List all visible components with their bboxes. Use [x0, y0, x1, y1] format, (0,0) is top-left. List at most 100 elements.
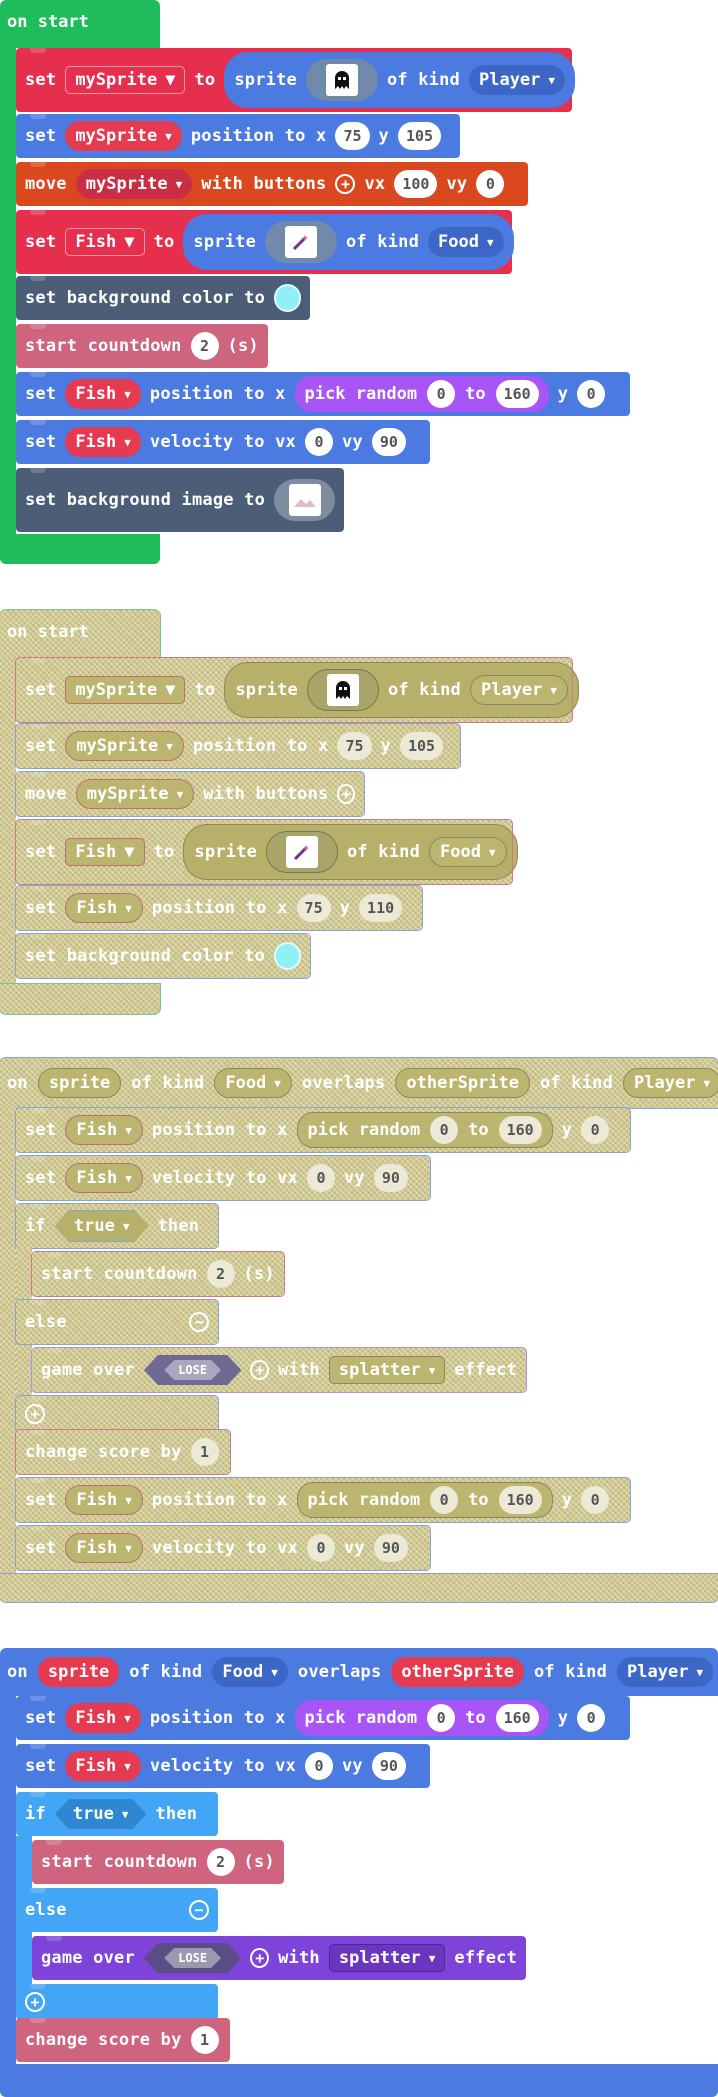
create-sprite-reporter[interactable]: sprite of kind Player ▼: [224, 52, 576, 108]
minus-icon[interactable]: −: [189, 1900, 209, 1920]
game-over-block[interactable]: game over LOSE + with splatter ▼ effect: [31, 1347, 527, 1393]
y-input[interactable]: 105: [397, 122, 442, 150]
start-countdown-block[interactable]: start countdown 2 (s): [31, 1251, 285, 1297]
effect-dropdown[interactable]: splatter ▼: [328, 1944, 446, 1972]
y-input[interactable]: 0: [577, 380, 606, 408]
set-background-color-block[interactable]: set background color to: [16, 276, 310, 320]
background-image-slot[interactable]: [274, 479, 335, 521]
pick-random-reporter[interactable]: pick random 0 to 160: [296, 1482, 553, 1518]
sprite-variable[interactable]: sprite: [37, 1068, 122, 1098]
variable-dropdown[interactable]: mySprite ▼: [75, 169, 193, 199]
variable-dropdown[interactable]: mySprite ▼: [75, 779, 195, 809]
variable-dropdown[interactable]: Fish ▼: [65, 1751, 141, 1781]
other-sprite-variable[interactable]: otherSprite: [391, 1657, 524, 1687]
y-input[interactable]: 0: [577, 1704, 606, 1732]
vx-input[interactable]: 0: [304, 428, 333, 456]
set-mysprite-to-sprite-block[interactable]: set mySprite ▼ to sprite of kind Player ▼: [15, 657, 580, 723]
sprite-image-slot[interactable]: [305, 59, 378, 101]
variable-dropdown[interactable]: Fish ▼: [65, 1703, 141, 1733]
blocks-workspace[interactable]: on start set mySprite ▼ to sprite of kin…: [0, 0, 718, 2097]
vy-input[interactable]: 90: [371, 1752, 406, 1780]
random-min-input[interactable]: 0: [430, 1486, 459, 1514]
create-sprite-reporter[interactable]: sprite of kind Player ▼: [224, 662, 580, 718]
vy-input[interactable]: 90: [371, 428, 406, 456]
color-swatch[interactable]: [274, 284, 301, 312]
on-start-hat[interactable]: on start: [0, 0, 160, 48]
variable-dropdown[interactable]: Fish ▼: [65, 1533, 143, 1563]
countdown-input[interactable]: 2: [206, 1848, 235, 1876]
if-header[interactable]: if true ▼ then: [15, 1203, 219, 1249]
countdown-input[interactable]: 2: [190, 332, 219, 360]
vy-input[interactable]: 90: [373, 1534, 408, 1562]
x-input[interactable]: 75: [337, 732, 372, 760]
set-velocity-block[interactable]: set Fish ▼ velocity to vx 0 vy 90: [16, 1744, 430, 1788]
kind-dropdown[interactable]: Player ▼: [623, 1068, 718, 1098]
start-countdown-block[interactable]: start countdown 2 (s): [16, 324, 268, 368]
on-overlap-hat[interactable]: on sprite of kind Food ▼ overlaps otherSp…: [0, 1648, 718, 1696]
kind-dropdown[interactable]: Player ▼: [617, 1657, 714, 1687]
kind-dropdown[interactable]: Food ▼: [214, 1068, 292, 1098]
create-sprite-reporter[interactable]: sprite of kind Food ▼: [183, 214, 514, 270]
kind-dropdown[interactable]: Player ▼: [469, 675, 569, 705]
on-start-hat[interactable]: on start: [0, 609, 161, 659]
set-position-block[interactable]: set Fish ▼ position to x 75 y 110: [15, 885, 423, 931]
set-fish-to-sprite-block[interactable]: set Fish ▼ to sprite of kind Food ▼: [16, 210, 514, 274]
if-header[interactable]: if true ▼ then: [16, 1792, 218, 1836]
game-over-block[interactable]: game over LOSE + with splatter ▼ effect: [32, 1936, 526, 1980]
if-footer[interactable]: +: [16, 1984, 218, 2020]
variable-dropdown[interactable]: Fish ▼: [65, 228, 145, 256]
random-min-input[interactable]: 0: [430, 1116, 459, 1144]
change-score-block[interactable]: change score by 1: [15, 1429, 231, 1475]
score-input[interactable]: 1: [190, 1438, 219, 1466]
sprite-image-slot[interactable]: [266, 831, 338, 873]
set-background-color-block[interactable]: set background color to: [15, 933, 311, 979]
variable-dropdown[interactable]: mySprite ▼: [65, 731, 184, 761]
x-input[interactable]: 75: [335, 122, 370, 150]
plus-icon[interactable]: +: [25, 1992, 45, 2012]
set-position-random-block[interactable]: set Fish ▼ position to x pick random 0 to…: [15, 1107, 631, 1153]
vx-input[interactable]: 0: [306, 1164, 335, 1192]
lose-boolean[interactable]: LOSE: [144, 1943, 241, 1973]
else-header[interactable]: else −: [15, 1299, 219, 1345]
x-input[interactable]: 75: [296, 894, 331, 922]
if-footer[interactable]: +: [15, 1395, 219, 1433]
else-header[interactable]: else −: [16, 1888, 218, 1932]
y-input[interactable]: 0: [581, 1486, 610, 1514]
random-max-input[interactable]: 160: [495, 1704, 539, 1732]
set-fish-to-sprite-block[interactable]: set Fish ▼ to sprite of kind Food ▼: [15, 819, 518, 885]
set-position-random-block[interactable]: set Fish ▼ position to x pick random 0 to…: [15, 1477, 631, 1523]
variable-dropdown[interactable]: Fish ▼: [65, 1485, 143, 1515]
start-countdown-block[interactable]: start countdown 2 (s): [32, 1840, 284, 1884]
plus-icon[interactable]: +: [337, 784, 355, 804]
set-velocity-block[interactable]: set Fish ▼ velocity to vx 0 vy 90: [15, 1155, 431, 1201]
set-velocity-block[interactable]: set Fish ▼ velocity to vx 0 vy 90: [16, 420, 430, 464]
variable-dropdown[interactable]: Fish ▼: [65, 1115, 143, 1145]
boolean-dropdown[interactable]: true ▼: [55, 1799, 147, 1829]
set-mysprite-to-sprite-block[interactable]: set mySprite ▼ to sprite of kind Player …: [16, 48, 576, 112]
other-sprite-variable[interactable]: otherSprite: [395, 1068, 530, 1098]
change-score-block[interactable]: change score by 1: [16, 2018, 230, 2062]
vx-input[interactable]: 0: [304, 1752, 333, 1780]
vx-input[interactable]: 0: [306, 1534, 335, 1562]
variable-dropdown[interactable]: Fish ▼: [65, 379, 141, 409]
y-input[interactable]: 110: [359, 894, 403, 922]
plus-icon[interactable]: +: [250, 1360, 270, 1380]
vy-input[interactable]: 90: [373, 1164, 408, 1192]
set-position-block[interactable]: set mySprite ▼ position to x 75 y 105: [16, 114, 460, 158]
variable-dropdown[interactable]: Fish ▼: [65, 427, 141, 457]
y-input[interactable]: 0: [581, 1116, 610, 1144]
kind-dropdown[interactable]: Food ▼: [428, 227, 504, 257]
set-position-random-block[interactable]: set Fish ▼ position to x pick random 0 to…: [16, 372, 630, 416]
minus-icon[interactable]: −: [189, 1312, 209, 1332]
kind-dropdown[interactable]: Food ▼: [212, 1657, 288, 1687]
y-input[interactable]: 105: [399, 732, 444, 760]
set-velocity-block[interactable]: set Fish ▼ velocity to vx 0 vy 90: [15, 1525, 431, 1571]
variable-dropdown[interactable]: Fish ▼: [65, 893, 143, 923]
move-with-buttons-block[interactable]: move mySprite ▼ with buttons +: [15, 771, 365, 817]
move-with-buttons-block[interactable]: move mySprite ▼ with buttons + vx 100 vy …: [16, 162, 528, 206]
variable-dropdown[interactable]: Fish ▼: [65, 838, 145, 866]
kind-dropdown[interactable]: Food ▼: [429, 837, 507, 867]
random-max-input[interactable]: 160: [498, 1116, 542, 1144]
random-max-input[interactable]: 160: [498, 1486, 542, 1514]
countdown-input[interactable]: 2: [206, 1260, 235, 1288]
